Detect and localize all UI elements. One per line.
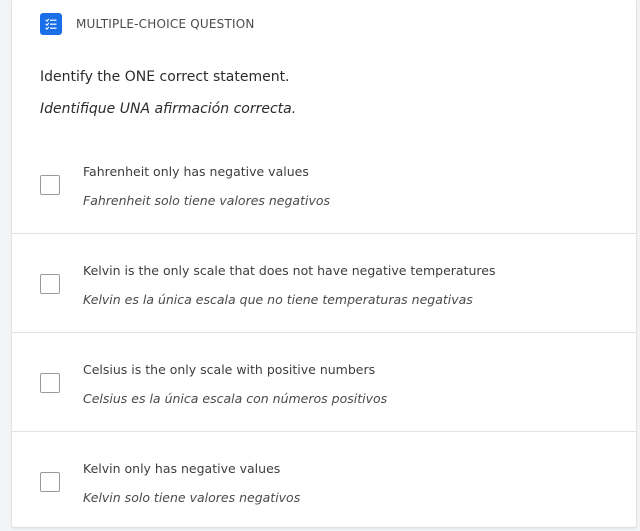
answer-checkbox[interactable]	[40, 175, 60, 195]
answer-checkbox[interactable]	[40, 472, 60, 492]
answer-text-english: Kelvin only has negative values	[83, 461, 281, 476]
checklist-icon	[40, 13, 62, 35]
answer-option-text: Celsius is the only scale with positive …	[83, 362, 387, 407]
answer-option-text: Fahrenheit only has negative values Fahr…	[83, 164, 330, 209]
answer-text-spanish: Kelvin solo tiene valores negativos	[83, 490, 301, 505]
answer-option-text: Kelvin only has negative values Kelvin s…	[83, 461, 300, 506]
answer-text-spanish: Kelvin es la única escala que no tiene t…	[83, 292, 473, 307]
answer-option-text: Kelvin is the only scale that does not h…	[83, 263, 495, 308]
answer-option[interactable]: Celsius is the only scale with positive …	[12, 333, 636, 432]
answer-options-list: Fahrenheit only has negative values Fahr…	[12, 135, 636, 530]
answer-option[interactable]: Fahrenheit only has negative values Fahr…	[12, 135, 636, 234]
answer-option[interactable]: Kelvin is the only scale that does not h…	[12, 234, 636, 333]
answer-option[interactable]: Kelvin only has negative values Kelvin s…	[12, 432, 636, 530]
question-card: MULTIPLE-CHOICE QUESTION Identify the ON…	[11, 0, 637, 528]
question-type-header: MULTIPLE-CHOICE QUESTION	[40, 13, 255, 35]
answer-text-english: Kelvin is the only scale that does not h…	[83, 263, 496, 278]
answer-text-english: Celsius is the only scale with positive …	[83, 362, 376, 377]
answer-checkbox[interactable]	[40, 373, 60, 393]
question-text-spanish: Identifique UNA afirmación correcta.	[40, 101, 297, 117]
answer-text-spanish: Fahrenheit solo tiene valores negativos	[83, 193, 331, 208]
question-prompt: Identify the ONE correct statement. Iden…	[40, 68, 296, 118]
question-type-label: MULTIPLE-CHOICE QUESTION	[76, 17, 255, 31]
answer-text-spanish: Celsius es la única escala con números p…	[83, 391, 388, 406]
answer-text-english: Fahrenheit only has negative values	[83, 164, 309, 179]
answer-checkbox[interactable]	[40, 274, 60, 294]
question-text-english: Identify the ONE correct statement.	[40, 69, 290, 85]
